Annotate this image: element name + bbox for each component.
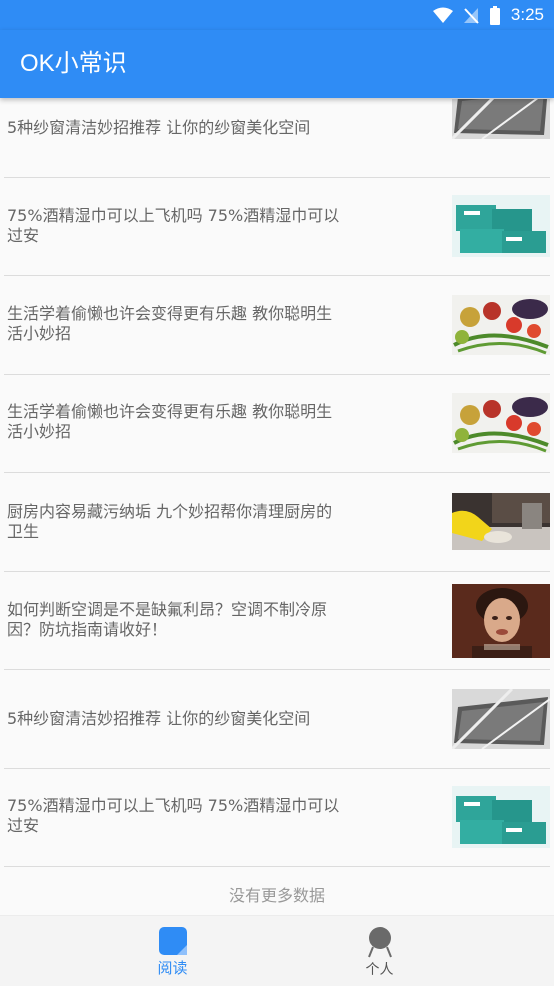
list-item[interactable]: 生活学着偷懒也许会变得更有乐趣 教你聪明生活小妙招: [0, 375, 554, 473]
article-thumbnail: [452, 689, 550, 749]
status-icons: 3:25: [432, 5, 544, 25]
article-title: 5种纱窗清洁妙招推荐 让你的纱窗美化空间: [7, 118, 311, 137]
divider: [4, 866, 550, 867]
article-title: 生活学着偷懒也许会变得更有乐趣 教你聪明生活小妙招: [7, 304, 333, 343]
list-item[interactable]: 如何判断空调是不是缺氟利昂？空调不制冷原因？防坑指南请收好！: [0, 572, 554, 670]
list-item[interactable]: 生活学着偷懒也许会变得更有乐趣 教你聪明生活小妙招: [0, 276, 554, 374]
no-signal-icon: [463, 7, 479, 24]
article-list[interactable]: 5种纱窗清洁妙招推荐 让你的纱窗美化空间 75%酒精湿巾可以上飞机吗 75%酒精…: [0, 98, 554, 915]
bottom-tab-bar: 阅读 个人: [0, 915, 554, 986]
kitchen-cleaning-image: [452, 493, 550, 550]
article-title: 生活学着偷懒也许会变得更有乐趣 教你聪明生活小妙招: [7, 402, 333, 441]
list-item[interactable]: 5种纱窗清洁妙招推荐 让你的纱窗美化空间: [0, 98, 554, 177]
list-item[interactable]: 5种纱窗清洁妙招推荐 让你的纱窗美化空间: [0, 670, 554, 768]
vegetables-image: [452, 393, 550, 453]
list-item[interactable]: 75%酒精湿巾可以上飞机吗 75%酒精湿巾可以过安: [0, 178, 554, 276]
window-screen-image: [452, 689, 550, 749]
no-more-data-text: 没有更多数据: [228, 886, 325, 905]
article-title: 厨房内容易藏污纳垢 九个妙招帮你清理厨房的卫生: [7, 502, 333, 541]
vegetables-image: [452, 295, 550, 355]
wifi-icon: [432, 7, 453, 23]
article-title: 75%酒精湿巾可以上飞机吗 75%酒精湿巾可以过安: [7, 206, 340, 245]
tab-profile[interactable]: 个人: [241, 916, 518, 986]
window-screen-image: [452, 99, 550, 139]
article-thumbnail: [452, 786, 550, 848]
article-thumbnail: [452, 99, 550, 139]
article-thumbnail: [452, 295, 550, 355]
article-thumbnail: [452, 195, 550, 257]
list-item[interactable]: 厨房内容易藏污纳垢 九个妙招帮你清理厨房的卫生: [0, 473, 554, 571]
status-bar: 3:25: [0, 0, 554, 30]
tab-profile-label: 个人: [365, 962, 394, 978]
app-bar: OK小常识: [0, 30, 554, 98]
portrait-image: [452, 584, 550, 658]
wipes-image: [452, 195, 550, 257]
article-thumbnail: [452, 493, 550, 550]
battery-icon: [489, 5, 500, 25]
book-icon: [159, 927, 187, 955]
article-title: 如何判断空调是不是缺氟利昂？空调不制冷原因？防坑指南请收好！: [7, 600, 328, 639]
wipes-image: [452, 786, 550, 848]
article-thumbnail: [452, 393, 550, 453]
list-item[interactable]: 75%酒精湿巾可以上飞机吗 75%酒精湿巾可以过安: [0, 769, 554, 867]
article-title: 5种纱窗清洁妙招推荐 让你的纱窗美化空间: [7, 709, 311, 728]
person-icon: [368, 927, 392, 958]
status-time: 3:25: [510, 5, 544, 24]
page-title: OK小常识: [20, 50, 127, 77]
article-thumbnail: [452, 584, 550, 658]
article-title: 75%酒精湿巾可以上飞机吗 75%酒精湿巾可以过安: [7, 796, 340, 835]
